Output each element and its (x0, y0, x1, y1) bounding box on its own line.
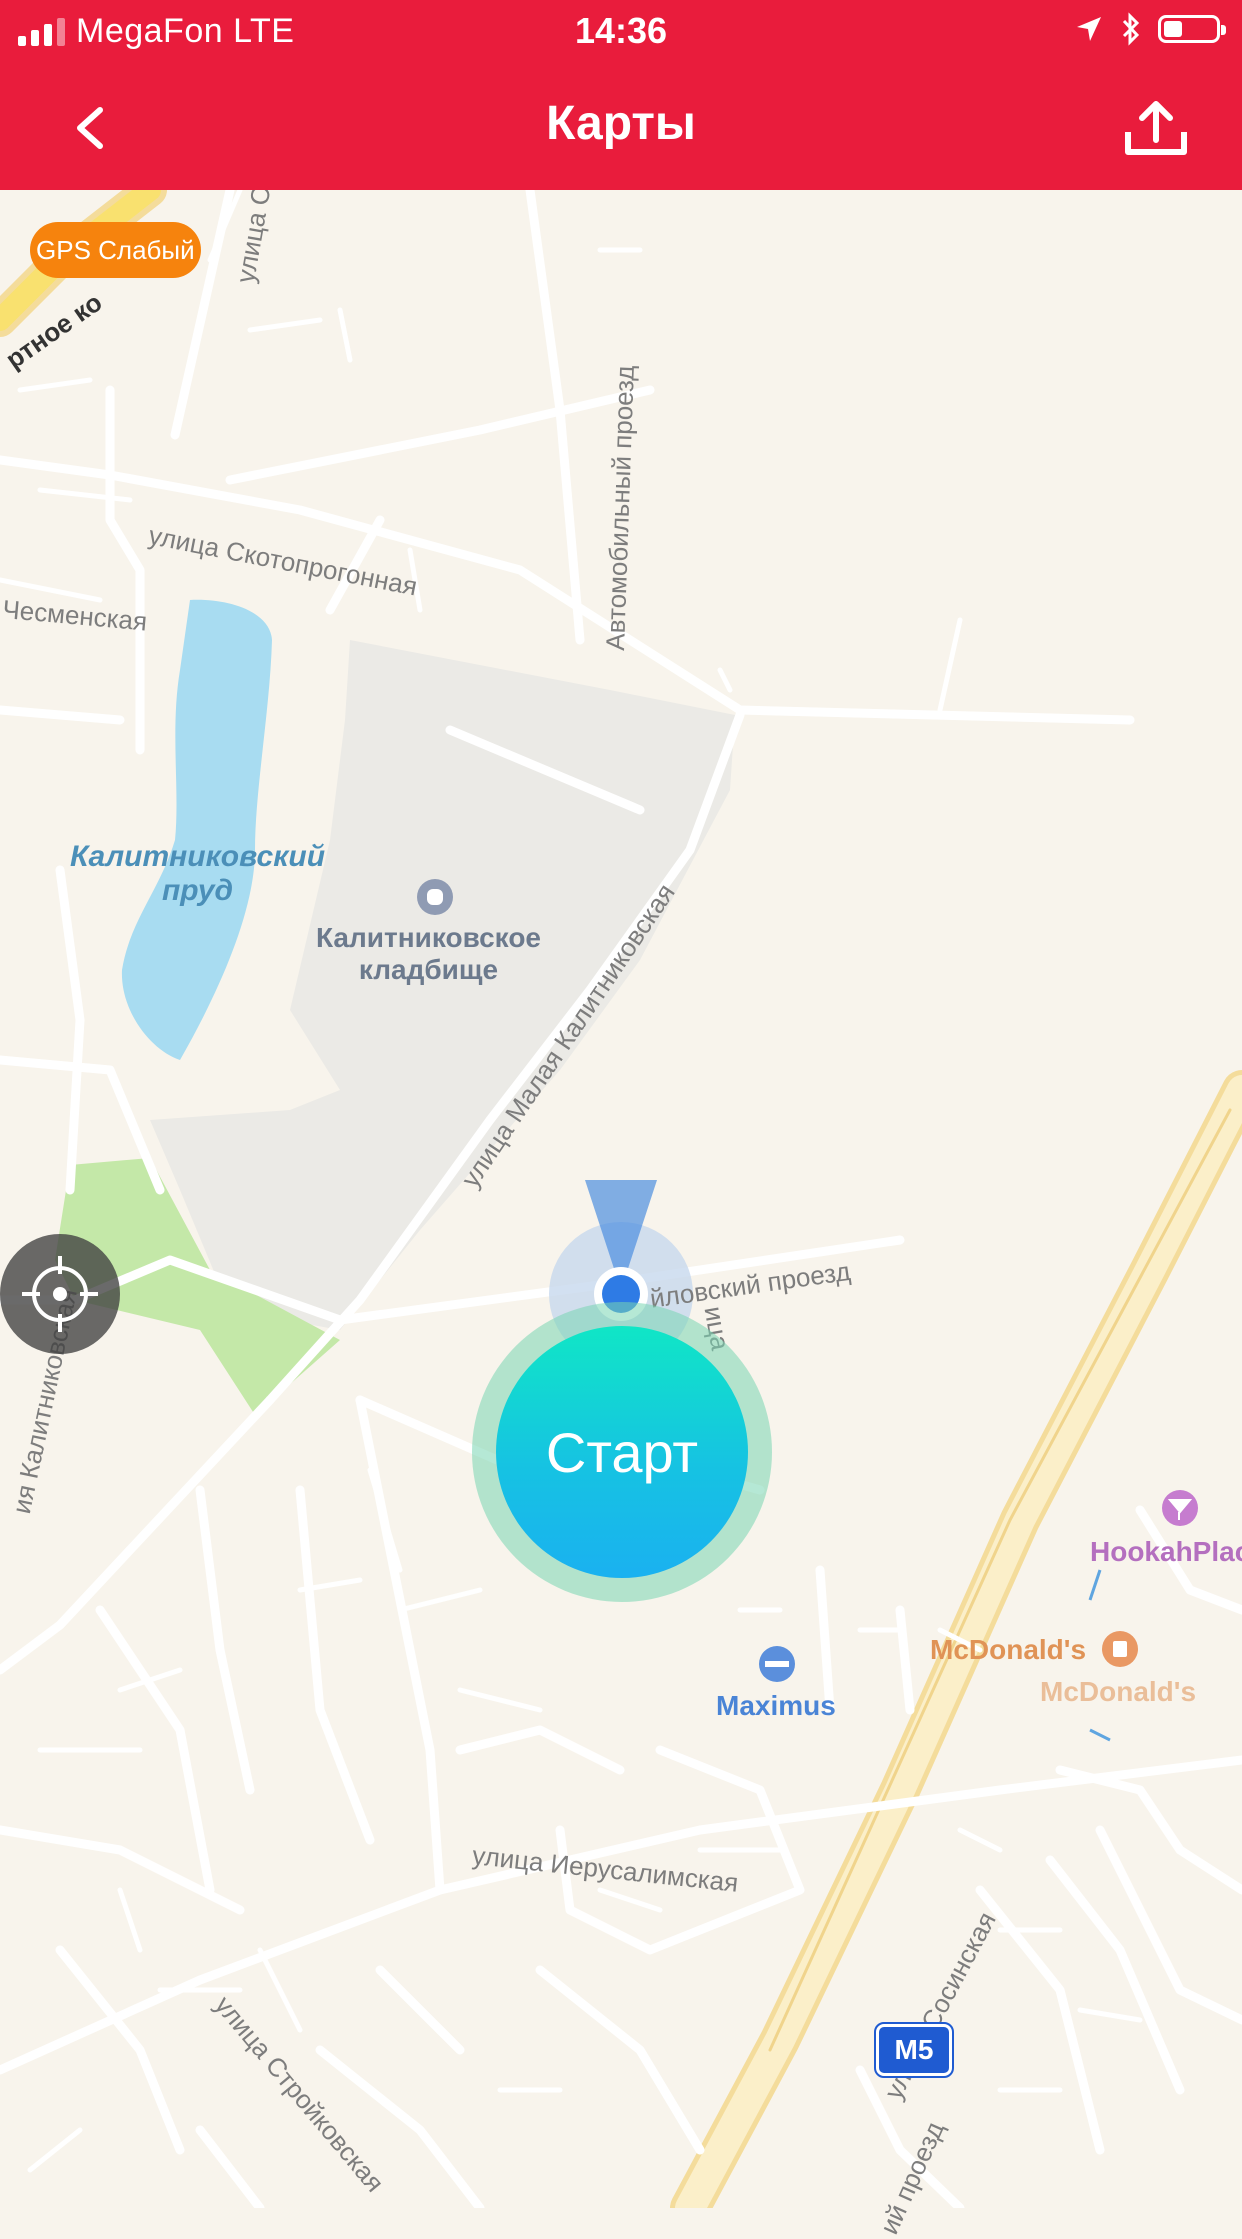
poi-mcdonalds[interactable]: McDonald's (930, 1634, 1086, 1666)
top-bar: MegaFon LTE 14:36 Карты (0, 0, 1242, 190)
location-arrow-icon (1077, 17, 1101, 41)
gym-icon (759, 1646, 795, 1682)
crosshair-icon (22, 1256, 98, 1332)
cemetery-label: Калитниковское кладбище (316, 922, 541, 985)
share-button[interactable] (1120, 96, 1192, 160)
gps-status-badge: GPS Слабый (30, 222, 201, 278)
poi-mcdonalds-secondary[interactable]: McDonald's (1040, 1676, 1196, 1708)
status-time: 14:36 (574, 10, 668, 51)
pond-label: Калитниковский пруд (70, 840, 326, 907)
poi-hookah[interactable]: HookahPlac (1090, 1536, 1242, 1568)
start-button[interactable]: Старт (496, 1326, 748, 1578)
bar-icon (1162, 1490, 1198, 1526)
recenter-location-button[interactable] (0, 1234, 120, 1354)
one-way-arrow (1088, 1569, 1102, 1601)
poi-maximus[interactable]: Maximus (716, 1690, 836, 1722)
bluetooth-icon (1122, 12, 1140, 46)
one-way-arrow (1089, 1728, 1111, 1742)
cemetery-icon (417, 879, 453, 915)
page-title: Карты (546, 97, 696, 150)
share-upload-icon (1125, 101, 1187, 155)
map-view[interactable]: улица Сре ртное ко Автомобильный проезд … (0, 156, 1242, 2239)
restaurant-icon (1102, 1631, 1138, 1667)
status-icons (1074, 12, 1226, 46)
battery-icon (1158, 15, 1226, 43)
status-bar: MegaFon LTE 14:36 (0, 0, 1242, 62)
road-badge-m5: M5 (874, 2022, 954, 2078)
